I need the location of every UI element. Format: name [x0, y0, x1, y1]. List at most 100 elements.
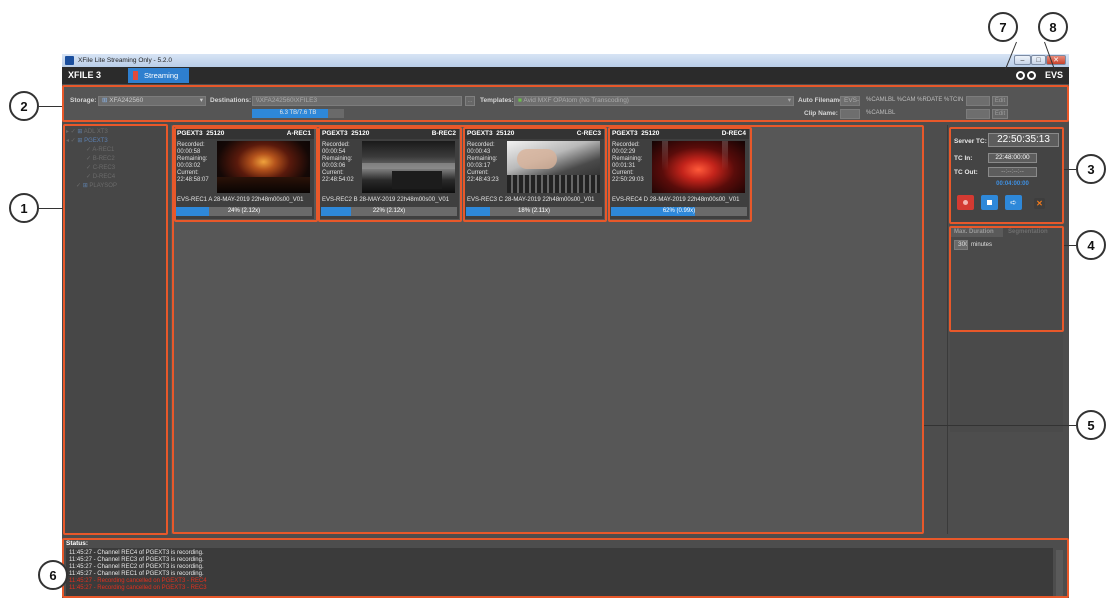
status-scrollbar[interactable]	[1056, 550, 1063, 596]
tc-in-field[interactable]: 22:48:00:00	[988, 153, 1037, 163]
card-server-name: PGEXT3	[612, 130, 638, 137]
recorded-value: 00:00:43	[467, 149, 491, 155]
callout-leader	[1064, 169, 1076, 170]
channel-card-a[interactable]: PGEXT3 25120 A-REC1 Recorded: 00:00:58 R…	[174, 128, 314, 219]
server-tc-display: 22:50:35:13	[988, 133, 1059, 147]
storage-label: Storage:	[70, 97, 97, 104]
remaining-value: 00:03:06	[322, 163, 346, 169]
recorder-panel: Server TC: 22:50:35:13 TC In: 22:48:00:0…	[950, 127, 1063, 222]
tree-item[interactable]: ▸ ✓ ⊞ ADL XT3	[66, 128, 108, 135]
max-duration-field[interactable]: 300	[954, 240, 968, 250]
stop-button[interactable]	[981, 195, 998, 210]
current-label: Current:	[177, 170, 199, 176]
thumbnail-detail	[722, 141, 728, 171]
tree-item[interactable]: ✓ B-REC2	[86, 155, 115, 162]
server-icon: ⊞	[77, 138, 83, 144]
tc-out-field[interactable]: --:--:--:--	[988, 167, 1037, 177]
current-value: 22:50:29:03	[612, 177, 644, 183]
log-line-error: 11:45:27 - Recording cancelled on PGEXT3…	[69, 585, 207, 591]
cancel-button[interactable]: ✕	[1034, 198, 1045, 209]
remaining-value: 00:03:17	[467, 163, 491, 169]
card-progress: 62% (0.99x)	[611, 207, 747, 216]
callout-leader	[68, 575, 76, 576]
tree-item[interactable]: ◂ ✓ ⊞ PGEXT3	[66, 137, 108, 144]
card-channel: C-REC3	[576, 130, 601, 137]
clip-name-label: Clip Name:	[804, 110, 838, 117]
card-server-name: PGEXT3	[322, 130, 348, 137]
help-icon[interactable]	[1027, 71, 1036, 80]
remaining-value: 00:03:02	[177, 163, 201, 169]
card-info: Recorded: 00:00:54 Remaining: 00:03:06 C…	[322, 142, 354, 184]
stop-icon	[987, 200, 992, 205]
minimize-button[interactable]: –	[1014, 55, 1031, 65]
progress-text: 18% (2.11x)	[518, 208, 550, 214]
callout-leader	[39, 106, 62, 107]
recorded-label: Recorded:	[322, 142, 350, 148]
card-header: PGEXT3 25120 D-REC4	[609, 128, 749, 139]
maximize-button[interactable]: □	[1031, 55, 1046, 65]
tree-item-label: D-REC4	[92, 174, 116, 180]
auto-filename-pattern: %CAMLBL %CAM %RDATE %TCIN	[866, 97, 964, 103]
card-clip-name: EVS-REC2 B 28-MAY-2019 22h48m00s00_V01	[322, 197, 450, 203]
current-value: 22:48:43:23	[467, 177, 499, 183]
channel-card-d[interactable]: PGEXT3 25120 D-REC4 Recorded: 00:02:29 R…	[609, 128, 749, 219]
callout-3: 3	[1076, 154, 1106, 184]
settings-icon[interactable]	[1016, 71, 1025, 80]
xfile-window: XFile Lite Streaming Only - 5.2.0 – □ ✕ …	[62, 54, 1069, 598]
log-line-error: 11:45:27 - Recording cancelled on PGEXT3…	[69, 578, 207, 584]
tab-segmentation[interactable]: Segmentation	[1005, 227, 1061, 237]
duration-readout: 00:04:00:00	[996, 181, 1029, 187]
tree-item-label: B-REC2	[92, 156, 115, 162]
card-server: PGEXT3 25120	[177, 130, 224, 137]
card-header: PGEXT3 25120 C-REC3	[464, 128, 604, 139]
thumbnail-floor	[217, 177, 310, 193]
tree-item[interactable]: ✓ C-REC3	[86, 164, 115, 171]
remaining-label: Remaining:	[467, 156, 498, 162]
card-info: Recorded: 00:00:58 Remaining: 00:03:02 C…	[177, 142, 209, 184]
status-log: 11:45:27 - Channel REC4 of PGEXT3 is rec…	[66, 548, 1053, 598]
auto-filename-extra[interactable]	[966, 96, 990, 106]
channel-card-c[interactable]: PGEXT3 25120 C-REC3 Recorded: 00:00:43 R…	[464, 128, 604, 219]
append-button[interactable]: ➪	[1005, 195, 1022, 210]
clip-name-edit-button[interactable]: Edit	[992, 109, 1008, 119]
tree-item[interactable]: ✓ A-REC1	[86, 146, 114, 153]
clip-name-pattern: %CAMLBL	[866, 110, 896, 116]
app-icon	[65, 56, 74, 65]
streaming-icon	[133, 71, 138, 80]
progress-text: 22% (2.12x)	[372, 208, 406, 214]
channel-monitor-area: PGEXT3 25120 A-REC1 Recorded: 00:00:58 R…	[171, 125, 923, 534]
video-thumbnail	[652, 141, 745, 193]
tree-item[interactable]: ✓ ⊞ PLAYSOP	[76, 182, 117, 189]
auto-filename-edit-button[interactable]: Edit	[992, 96, 1008, 106]
card-info: Recorded: 00:02:29 Remaining: 00:01:31 C…	[612, 142, 644, 184]
storage-select[interactable]: ⊞ XFA242560 ▾	[98, 96, 206, 106]
browse-button[interactable]: ...	[465, 96, 475, 106]
templates-select[interactable]: ■ Avid MXF OPAtom (No Transcoding) ▾	[514, 96, 794, 106]
clip-name-extra[interactable]	[966, 109, 990, 119]
current-label: Current:	[467, 170, 489, 176]
clip-name-field[interactable]	[840, 109, 860, 119]
tab-streaming[interactable]: Streaming	[128, 68, 189, 83]
card-progress: 22% (2.12x)	[321, 207, 457, 216]
templates-value: Avid MXF OPAtom (No Transcoding)	[523, 97, 629, 104]
server-tc-label: Server TC:	[954, 138, 987, 145]
callout-leader	[1064, 245, 1076, 246]
channel-card-b[interactable]: PGEXT3 25120 B-REC2 Recorded: 00:00:54 R…	[319, 128, 459, 219]
card-server: PGEXT3 25120	[322, 130, 369, 137]
server-icon: ⊞	[82, 183, 88, 189]
tree-item[interactable]: ✓ D-REC4	[86, 173, 115, 180]
recorded-label: Recorded:	[177, 142, 205, 148]
tab-max-duration[interactable]: Max. Duration	[951, 227, 1003, 237]
auto-filename-field[interactable]: EVS-	[840, 96, 860, 106]
window-title: XFile Lite Streaming Only - 5.2.0	[78, 57, 172, 64]
tree-item-label: A-REC1	[92, 147, 115, 153]
card-channel: D-REC4	[721, 130, 746, 137]
record-button[interactable]	[957, 195, 974, 210]
card-clip-name: EVS-REC4 D 28-MAY-2019 22h48m00s00_V01	[612, 197, 740, 203]
tree-item-label: PLAYSOP	[89, 183, 117, 189]
thumbnail-detail	[362, 163, 455, 169]
log-line: 11:45:27 - Channel REC3 of PGEXT3 is rec…	[69, 557, 204, 563]
destinations-field[interactable]: \\XFA242560\XFILE3	[252, 96, 462, 106]
status-panel: Status: 11:45:27 - Channel REC4 of PGEXT…	[62, 538, 1069, 598]
card-server: PGEXT3 25120	[612, 130, 659, 137]
